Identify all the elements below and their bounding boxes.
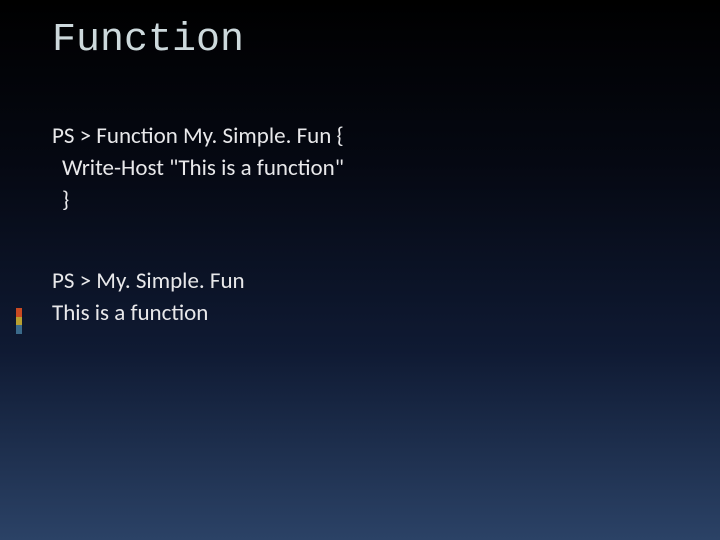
code-block: PS > Function My. Simple. Fun { Write-Ho… — [52, 120, 344, 217]
code-line: Write-Host "This is a function" — [52, 152, 344, 184]
code-line: PS > Function My. Simple. Fun { — [52, 120, 344, 152]
code-line: } — [52, 184, 344, 216]
output-line: PS > My. Simple. Fun — [52, 265, 344, 297]
accent-stripe — [16, 308, 22, 334]
slide-title: Function — [52, 18, 244, 63]
output-line: This is a function — [52, 297, 344, 329]
output-block: PS > My. Simple. Fun This is a function — [52, 265, 344, 329]
slide-content: PS > Function My. Simple. Fun { Write-Ho… — [52, 120, 344, 329]
